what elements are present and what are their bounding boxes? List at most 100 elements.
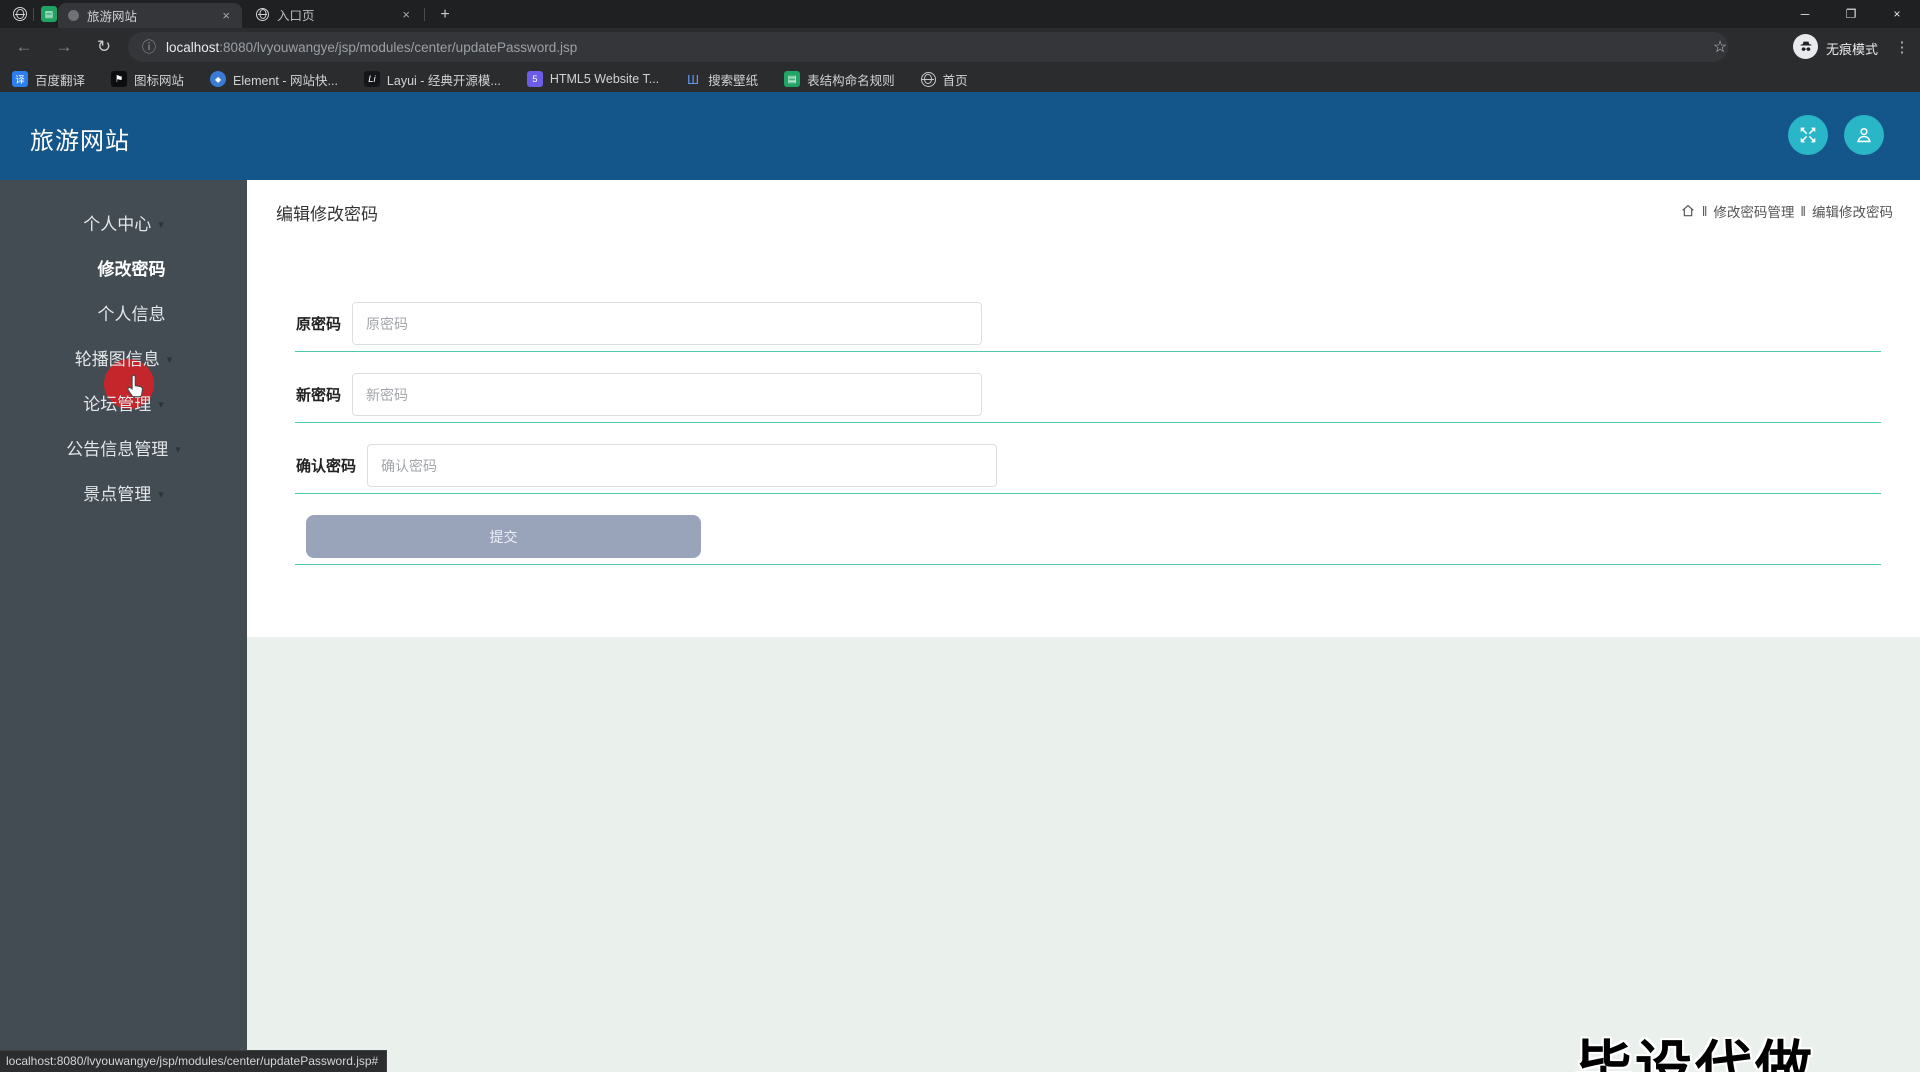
bookmark-home[interactable]: 首页 (920, 70, 968, 89)
bookmark-wallpaper-search[interactable]: Ш 搜索壁纸 (685, 70, 758, 89)
bookmark-icon-site[interactable]: ⚑ 图标网站 (111, 70, 184, 89)
change-password-form: 原密码 新密码 确认密码 提交 (295, 281, 1881, 565)
html5-icon: 5 (526, 71, 543, 87)
bookmark-label: 首页 (942, 73, 968, 88)
tab-close-icon[interactable]: × (220, 8, 232, 23)
url-host: localhost (166, 39, 220, 55)
window-minimize-button[interactable]: ─ (1782, 0, 1828, 28)
chevron-down-icon: ▾ (175, 443, 181, 456)
breadcrumb: ‖ 修改密码管理 ‖ 编辑修改密码 (1680, 201, 1893, 221)
bookmark-label: Element - 网站快... (233, 73, 338, 88)
status-bar-link-preview: localhost:8080/lvyouwangye/jsp/modules/c… (0, 1050, 388, 1072)
field-label: 新密码 (296, 387, 342, 404)
tab-close-icon[interactable]: × (400, 7, 412, 22)
tab-divider (33, 8, 34, 21)
bookmark-element-ui[interactable]: ◆ Element - 网站快... (210, 70, 338, 89)
site-brand: 旅游网站 (30, 128, 130, 155)
chevron-down-icon: ▾ (158, 398, 164, 411)
bookmarks-bar: 译 百度翻译 ⚑ 图标网站 ◆ Element - 网站快... Li Layu… (0, 66, 1920, 92)
chevron-down-icon: ▾ (158, 218, 164, 231)
tab-entry-page[interactable]: 入口页 × (246, 0, 422, 28)
browser-logo-icon[interactable] (13, 7, 27, 21)
pinned-tab-sheets-icon[interactable]: ▤ (41, 6, 57, 22)
window-controls: ─ ❐ × (1782, 0, 1920, 28)
url-path: :8080/lvyouwangye/jsp/modules/center/upd… (219, 39, 578, 55)
breadcrumb-separator: ‖ (1701, 203, 1708, 219)
menu-label: 景点管理 (83, 485, 152, 504)
webpage: 旅游网站 个人中心 ▾ 修改密码 个人信息 轮播图信息 ▾ 论坛管理 ▾ 公告信… (0, 92, 1920, 1072)
bookmark-html5-templates[interactable]: 5 HTML5 Website T... (526, 71, 660, 87)
window-maximize-button[interactable]: ❐ (1828, 0, 1874, 28)
globe-icon (920, 71, 936, 87)
tab-title: 入口页 (277, 8, 315, 23)
tab-favicon (68, 10, 79, 21)
window-close-button[interactable]: × (1874, 0, 1920, 28)
bookmark-label: Layui - 经典开源模... (386, 73, 501, 88)
form-row-submit: 提交 (295, 494, 1881, 565)
tab-travel-site[interactable]: 旅游网站 × (58, 3, 242, 28)
menu-label: 个人信息 (97, 305, 166, 324)
field-label: 确认密码 (296, 458, 357, 475)
bookmark-label: 百度翻译 (35, 73, 86, 88)
bookmark-label: 图标网站 (134, 73, 185, 88)
new-password-field[interactable] (352, 373, 983, 416)
old-password-field[interactable] (352, 302, 983, 345)
confirm-password-field[interactable] (367, 444, 998, 487)
tab-favicon-globe-icon (256, 7, 269, 21)
browser-toolbar: ← → ↻ ⓘ localhost:8080/lvyouwangye/jsp/m… (0, 28, 1920, 66)
user-button[interactable] (1844, 115, 1884, 155)
bookmark-baidu-translate[interactable]: 译 百度翻译 (12, 70, 85, 89)
expand-arrows-icon (1800, 127, 1816, 143)
bookmark-table-naming-rules[interactable]: ▤ 表结构命名规则 (784, 70, 895, 89)
forward-button[interactable]: → (50, 33, 78, 61)
page-title: 编辑修改密码 (276, 205, 378, 224)
home-icon[interactable] (1680, 203, 1696, 219)
tab-divider (424, 8, 425, 21)
sidebar-menu: 个人中心 ▾ 修改密码 个人信息 轮播图信息 ▾ 论坛管理 ▾ 公告信息管理 ▾ (0, 180, 247, 515)
sidebar-item-scenic-spot-management[interactable]: 景点管理 ▾ (0, 470, 247, 515)
incognito-label: 无痕模式 (1826, 42, 1879, 57)
translate-icon: 译 (12, 71, 28, 87)
sidebar-item-personal-center[interactable]: 个人中心 ▾ (0, 200, 247, 245)
chevron-down-icon: ▾ (166, 353, 173, 366)
watermark-text: 毕设代做 (1575, 1036, 1815, 1072)
user-icon (1857, 127, 1871, 143)
sidebar: 个人中心 ▾ 修改密码 个人信息 轮播图信息 ▾ 论坛管理 ▾ 公告信息管理 ▾ (0, 180, 247, 1072)
bookmark-star-icon[interactable]: ☆ (1706, 33, 1734, 61)
bookmark-label: 搜索壁纸 (708, 73, 759, 88)
menu-label: 公告信息管理 (66, 440, 169, 459)
new-tab-button[interactable]: + (432, 4, 458, 25)
breadcrumb-item-password-management[interactable]: 修改密码管理 (1713, 201, 1794, 221)
app-header: 旅游网站 (0, 92, 1920, 180)
menu-label: 修改密码 (97, 260, 166, 279)
form-row-old-password: 原密码 (295, 281, 1881, 352)
form-row-confirm-password: 确认密码 (295, 423, 1881, 494)
sidebar-item-announcement-management[interactable]: 公告信息管理 ▾ (0, 425, 247, 470)
chevron-down-icon: ▾ (158, 488, 164, 501)
table-icon: ▤ (784, 71, 801, 87)
form-panel: 编辑修改密码 ‖ 修改密码管理 ‖ 编辑修改密码 原密码 新密码 (247, 180, 1920, 637)
breadcrumb-separator: ‖ (1800, 203, 1806, 219)
bookmark-label: 表结构命名规则 (807, 73, 895, 88)
bookmark-layui[interactable]: Li Layui - 经典开源模... (363, 70, 501, 89)
submit-button[interactable]: 提交 (306, 515, 701, 558)
sidebar-item-personal-info[interactable]: 个人信息 (8, 290, 255, 335)
layui-logo-icon: Li (363, 71, 380, 87)
form-row-new-password: 新密码 (295, 352, 1881, 423)
back-button[interactable]: ← (10, 33, 38, 61)
reload-button[interactable]: ↻ (90, 33, 118, 61)
menu-label: 个人中心 (83, 215, 152, 234)
element-logo-icon: ◆ (210, 71, 227, 87)
browser-menu-icon[interactable]: ⋮ (1890, 33, 1914, 61)
hand-cursor-icon (122, 373, 150, 408)
browser-tab-bar: ▤ 旅游网站 × 入口页 × + ─ ❐ × (0, 0, 1920, 28)
sidebar-item-change-password[interactable]: 修改密码 (8, 245, 255, 290)
bookmark-label: HTML5 Website T... (549, 72, 660, 86)
main-content: 编辑修改密码 ‖ 修改密码管理 ‖ 编辑修改密码 原密码 新密码 (247, 180, 1920, 1072)
tab-title: 旅游网站 (87, 10, 138, 24)
site-info-icon[interactable]: ⓘ (142, 37, 156, 57)
address-bar[interactable]: ⓘ localhost:8080/lvyouwangye/jsp/modules… (128, 32, 1728, 62)
fullscreen-button[interactable] (1788, 115, 1828, 155)
breadcrumb-item-edit-password[interactable]: 编辑修改密码 (1812, 201, 1893, 221)
incognito-icon (1793, 34, 1818, 59)
